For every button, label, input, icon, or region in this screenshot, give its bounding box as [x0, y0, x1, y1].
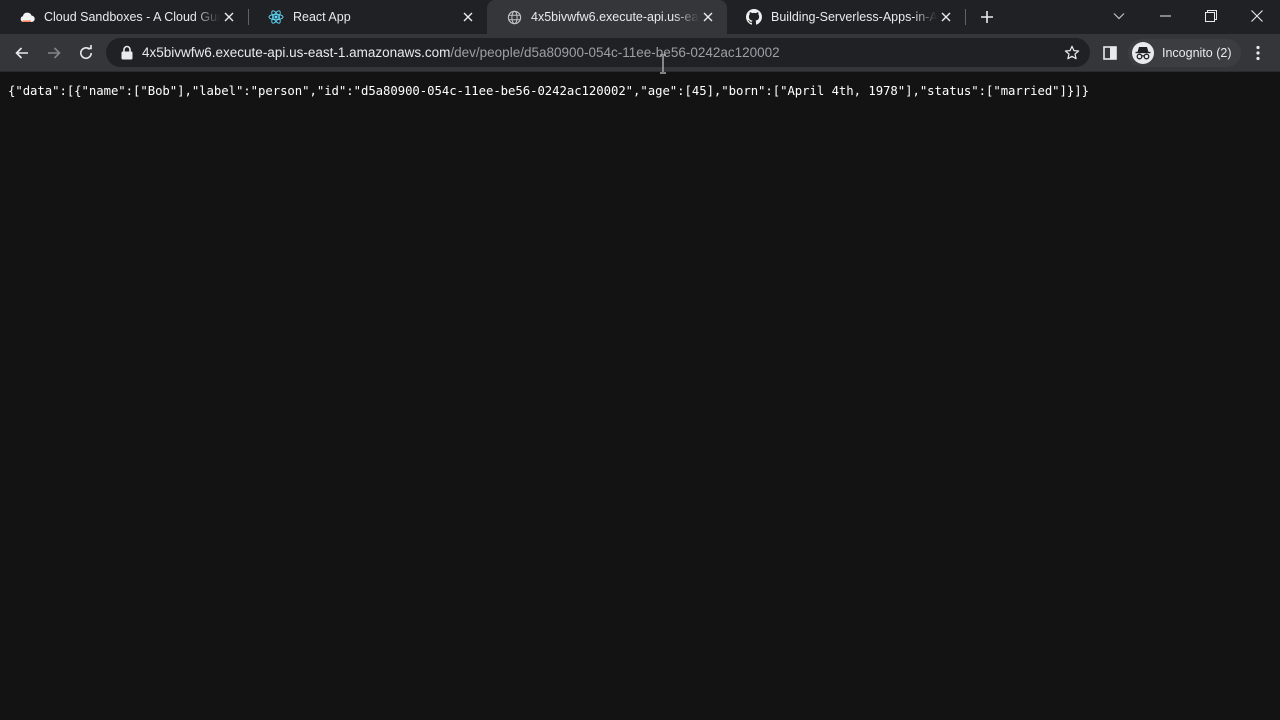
tab-search-button[interactable]	[1096, 0, 1142, 32]
reload-button[interactable]	[74, 41, 98, 65]
incognito-profile-button[interactable]: Incognito (2)	[1128, 39, 1241, 67]
tab-title: React App	[293, 10, 351, 24]
address-bar[interactable]: 4x5bivwfw6.execute-api.us-east-1.amazona…	[106, 38, 1090, 67]
lock-icon[interactable]	[120, 45, 134, 60]
chevron-down-icon	[1113, 13, 1125, 20]
incognito-icon	[1132, 42, 1154, 64]
minimize-button[interactable]	[1142, 0, 1188, 32]
back-button[interactable]	[10, 41, 34, 65]
arrow-right-icon	[48, 47, 61, 59]
restore-button[interactable]	[1188, 0, 1234, 32]
react-icon	[267, 8, 285, 26]
minimize-icon	[1159, 15, 1171, 17]
url-text[interactable]: 4x5bivwfw6.execute-api.us-east-1.amazona…	[142, 45, 780, 60]
kebab-menu-icon	[1256, 45, 1260, 61]
tab-divider	[965, 9, 966, 25]
browser-window: Cloud Sandboxes - A Cloud Guru React App	[0, 0, 1280, 720]
reload-icon	[80, 45, 93, 60]
restore-icon	[1205, 10, 1217, 22]
toolbar: 4x5bivwfw6.execute-api.us-east-1.amazona…	[0, 34, 1280, 72]
close-icon[interactable]	[220, 8, 238, 26]
page-content: {"data":[{"name":["Bob"],"label":"person…	[0, 72, 1280, 720]
tab-strip: Cloud Sandboxes - A Cloud Guru React App	[0, 0, 1280, 34]
tab-title: 4x5bivwfw6.execute-api.us-east-1.amazona…	[531, 10, 699, 24]
side-panel-button[interactable]	[1098, 41, 1122, 65]
close-window-button[interactable]	[1234, 0, 1280, 32]
menu-button[interactable]	[1246, 41, 1270, 65]
new-tab-button[interactable]	[976, 6, 998, 28]
bookmark-button[interactable]	[1062, 43, 1082, 63]
tab-cloud-sandboxes[interactable]: Cloud Sandboxes - A Cloud Guru	[0, 0, 248, 34]
close-icon	[1251, 10, 1263, 22]
tab-github-repo[interactable]: Building-Serverless-Apps-in-AWS	[727, 0, 965, 34]
close-icon[interactable]	[937, 8, 955, 26]
side-panel-icon	[1103, 46, 1117, 60]
url-host: 4x5bivwfw6.execute-api.us-east-1.amazona…	[142, 45, 451, 60]
close-icon[interactable]	[459, 8, 477, 26]
close-icon[interactable]	[699, 8, 717, 26]
tab-execute-api[interactable]: 4x5bivwfw6.execute-api.us-east-1.amazona…	[487, 0, 727, 34]
text-cursor-icon	[660, 54, 666, 74]
json-response: {"data":[{"name":["Bob"],"label":"person…	[8, 84, 1089, 98]
arrow-left-icon	[15, 47, 28, 59]
profile-label: Incognito (2)	[1162, 46, 1232, 60]
cloud-icon	[18, 8, 36, 26]
star-icon	[1064, 45, 1080, 60]
plus-icon	[981, 11, 993, 23]
tab-title: Building-Serverless-Apps-in-AWS	[771, 10, 937, 24]
tab-react-app[interactable]: React App	[249, 0, 487, 34]
url-path: /dev/people/d5a80900-054c-11ee-be56-0242…	[450, 45, 780, 60]
forward-button[interactable]	[42, 41, 66, 65]
tab-title: Cloud Sandboxes - A Cloud Guru	[44, 10, 220, 24]
github-icon	[745, 8, 763, 26]
globe-icon	[505, 8, 523, 26]
